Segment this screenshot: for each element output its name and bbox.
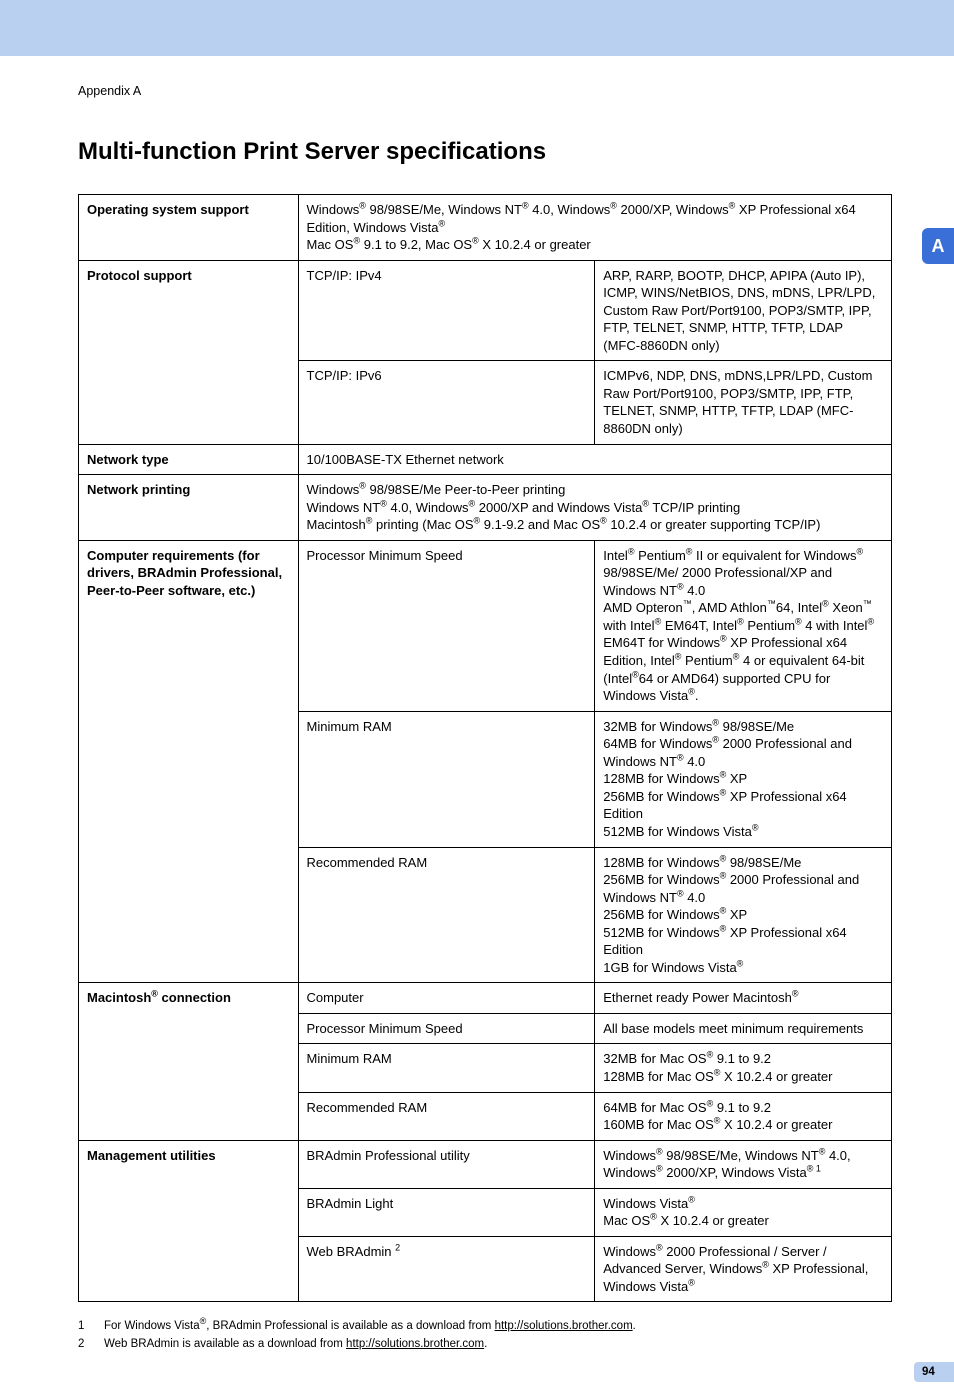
page-title: Multi-function Print Server specificatio…: [78, 138, 892, 166]
bradmin-pro-value: Windows® 98/98SE/Me, Windows NT® 4.0, Wi…: [595, 1140, 892, 1188]
section-tab: A: [922, 228, 954, 264]
spec-table: Operating system support Windows® 98/98S…: [78, 194, 892, 1302]
network-printing-label: Network printing: [79, 475, 299, 541]
mac-computer-value: Ethernet ready Power Macintosh®: [595, 983, 892, 1014]
table-row: Protocol support TCP/IP: IPv4 ARP, RARP,…: [79, 260, 892, 361]
page-number-badge: 94: [914, 1362, 954, 1382]
page-content: A Appendix A Multi-function Print Server…: [0, 56, 954, 1396]
mac-minram-label: Minimum RAM: [298, 1044, 595, 1092]
proc-min-speed-value: Intel® Pentium® II or equivalent for Win…: [595, 540, 892, 711]
network-printing-value: Windows® 98/98SE/Me Peer-to-Peer printin…: [298, 475, 892, 541]
bradmin-pro-label: BRAdmin Professional utility: [298, 1140, 595, 1188]
bradmin-light-label: BRAdmin Light: [298, 1188, 595, 1236]
os-support-value: Windows® 98/98SE/Me, Windows NT® 4.0, Wi…: [298, 195, 892, 261]
table-row: Management utilities BRAdmin Professiona…: [79, 1140, 892, 1188]
mac-recram-label: Recommended RAM: [298, 1092, 595, 1140]
footnote-1: 1 For Windows Vista®, BRAdmin Profession…: [78, 1320, 892, 1332]
mac-recram-value: 64MB for Mac OS® 9.1 to 9.2160MB for Mac…: [595, 1092, 892, 1140]
mac-proc-label: Processor Minimum Speed: [298, 1013, 595, 1044]
footnote-2: 2 Web BRAdmin is available as a download…: [78, 1338, 892, 1350]
ipv6-value: ICMPv6, NDP, DNS, mDNS,LPR/LPD, Custom R…: [595, 361, 892, 444]
table-row: Network type 10/100BASE-TX Ethernet netw…: [79, 444, 892, 475]
bradmin-light-value: Windows Vista®Mac OS® X 10.2.4 or greate…: [595, 1188, 892, 1236]
footnote-num: 1: [78, 1320, 90, 1332]
mac-conn-label: Macintosh® connection: [79, 983, 299, 1140]
mgmt-label: Management utilities: [79, 1140, 299, 1302]
mac-minram-value: 32MB for Mac OS® 9.1 to 9.2128MB for Mac…: [595, 1044, 892, 1092]
protocol-label: Protocol support: [79, 260, 299, 444]
footnote-text: Web BRAdmin is available as a download f…: [104, 1338, 487, 1350]
footnote-num: 2: [78, 1338, 90, 1350]
web-bradmin-label: Web BRAdmin 2: [298, 1236, 595, 1302]
footnote-text: For Windows Vista®, BRAdmin Professional…: [104, 1320, 636, 1332]
ipv4-label: TCP/IP: IPv4: [298, 260, 595, 361]
min-ram-value: 32MB for Windows® 98/98SE/Me64MB for Win…: [595, 711, 892, 847]
table-row: Computer requirements (for drivers, BRAd…: [79, 540, 892, 711]
mac-proc-value: All base models meet minimum requirement…: [595, 1013, 892, 1044]
mac-computer-label: Computer: [298, 983, 595, 1014]
page-number: 94: [922, 1366, 935, 1378]
table-row: Network printing Windows® 98/98SE/Me Pee…: [79, 475, 892, 541]
footnotes: 1 For Windows Vista®, BRAdmin Profession…: [78, 1320, 892, 1350]
table-row: Macintosh® connection Computer Ethernet …: [79, 983, 892, 1014]
rec-ram-label: Recommended RAM: [298, 847, 595, 983]
min-ram-label: Minimum RAM: [298, 711, 595, 847]
rec-ram-value: 128MB for Windows® 98/98SE/Me256MB for W…: [595, 847, 892, 983]
table-row: Operating system support Windows® 98/98S…: [79, 195, 892, 261]
proc-min-speed-label: Processor Minimum Speed: [298, 540, 595, 711]
top-bar: [0, 0, 954, 56]
breadcrumb: Appendix A: [78, 84, 892, 98]
ipv4-value: ARP, RARP, BOOTP, DHCP, APIPA (Auto IP),…: [595, 260, 892, 361]
ipv6-label: TCP/IP: IPv6: [298, 361, 595, 444]
web-bradmin-value: Windows® 2000 Professional / Server / Ad…: [595, 1236, 892, 1302]
computer-req-label: Computer requirements (for drivers, BRAd…: [79, 540, 299, 983]
network-type-label: Network type: [79, 444, 299, 475]
os-support-label: Operating system support: [79, 195, 299, 261]
network-type-value: 10/100BASE-TX Ethernet network: [298, 444, 892, 475]
